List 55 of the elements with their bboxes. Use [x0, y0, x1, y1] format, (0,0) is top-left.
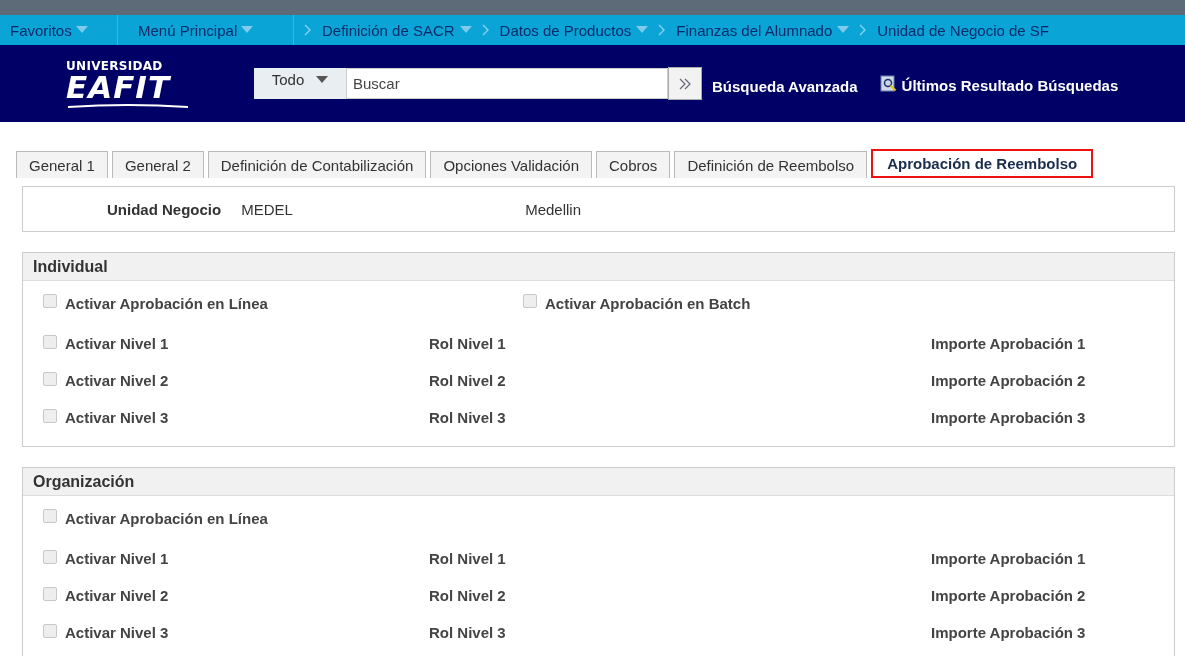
tab[interactable]: General 2: [111, 151, 204, 178]
field-label: Rol Nivel 1: [429, 550, 507, 567]
tab[interactable]: General 1: [16, 151, 108, 178]
double-chevron-icon: [678, 77, 692, 90]
unit-code: MEDEL: [241, 200, 294, 218]
section-title: Organización: [23, 468, 1174, 496]
tab[interactable]: Definición de Contabilización: [207, 151, 427, 178]
field-label: Importe Aprobación 3: [931, 409, 1087, 426]
field-label: Rol Nivel 2: [429, 587, 507, 604]
field-label: Importe Aprobación 1: [931, 550, 1087, 567]
chevron-icon: [658, 24, 667, 36]
checkbox-label: Activar Nivel 2: [65, 372, 169, 389]
caret-icon: [459, 26, 472, 34]
magnifier-page-icon: [879, 75, 897, 92]
field-label: Rol Nivel 2: [429, 372, 507, 389]
checkbox-label: Activar Aprobación en Línea: [65, 294, 268, 312]
breadcrumb-link[interactable]: Finanzas del Alumnado: [676, 21, 850, 39]
breadcrumb-link[interactable]: Definición de SACR: [322, 21, 472, 39]
section-title: Individual: [23, 253, 1174, 281]
breadcrumb-link[interactable]: Unidad de Negocio de SF: [877, 21, 1050, 39]
field-label: Importe Aprobación 2: [931, 372, 1087, 389]
advanced-search-link[interactable]: Búsqueda Avanzada: [712, 78, 858, 95]
field-label: Unidad Negocio: [107, 200, 222, 218]
chevron-icon: [304, 24, 312, 36]
tab[interactable]: Cobros: [596, 151, 671, 178]
caret-icon: [75, 26, 88, 34]
checkbox-label: Activar Aprobación en Línea: [65, 509, 268, 527]
tab[interactable]: Definición de Reembolso: [674, 151, 868, 178]
tab[interactable]: Aprobación de Reembolso: [871, 149, 1094, 178]
recent-results-link[interactable]: Últimos Resultado Búsquedas: [901, 77, 1119, 94]
chevron-icon: [481, 24, 490, 36]
checkbox-label: Activar Nivel 3: [65, 409, 169, 426]
field-label: Rol Nivel 3: [429, 624, 507, 641]
checkbox-label: Activar Aprobación en Batch: [545, 294, 751, 312]
caret-icon: [316, 75, 329, 84]
caret-icon: [241, 26, 254, 34]
caret-icon: [837, 26, 850, 34]
field-label: Rol Nivel 1: [429, 335, 507, 352]
chevron-icon: [859, 24, 868, 36]
field-label: Rol Nivel 3: [429, 409, 507, 426]
checkbox-label: Activar Nivel 1: [65, 335, 169, 352]
logo: UNIVERSIDAD EAFIT: [66, 59, 190, 108]
tab[interactable]: Opciones Validación: [430, 151, 592, 178]
search-go-button[interactable]: [668, 67, 702, 100]
field-label: Importe Aprobación 3: [931, 624, 1087, 641]
caret-icon: [636, 26, 649, 34]
field-label: Importe Aprobación 2: [931, 587, 1087, 604]
field-label: Importe Aprobación 1: [931, 335, 1087, 352]
search-field[interactable]: Buscar: [346, 68, 668, 99]
checkbox-label: Activar Nivel 1: [65, 550, 169, 567]
checkbox-label: Activar Nivel 2: [65, 587, 169, 604]
checkbox-label: Activar Nivel 3: [65, 624, 169, 641]
search-scope-dropdown[interactable]: Todo: [254, 68, 346, 99]
unit-description: Medellin: [525, 200, 582, 218]
breadcrumb-link[interactable]: Datos de Productos: [499, 21, 649, 39]
